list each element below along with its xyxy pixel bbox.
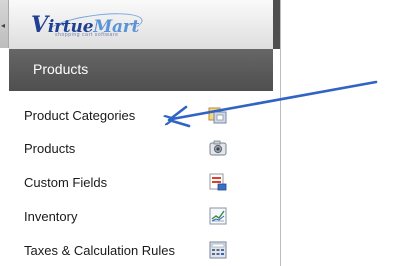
annotation-arrow	[0, 80, 378, 128]
arrow-line	[172, 80, 378, 119]
